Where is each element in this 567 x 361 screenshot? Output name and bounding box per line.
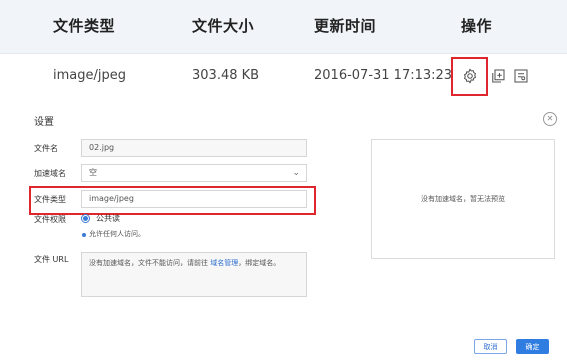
header-file-type: 文件类型 <box>53 17 116 35</box>
preview-icon <box>514 69 528 83</box>
filetype-field[interactable]: image/jpeg <box>81 190 307 208</box>
cancel-button[interactable]: 取消 <box>474 339 507 354</box>
gear-icon <box>464 68 476 84</box>
permission-radio[interactable] <box>81 214 90 223</box>
url-label: 文件 URL <box>34 255 69 264</box>
preview-button[interactable] <box>510 65 532 87</box>
domain-select[interactable]: 空 ⌄ <box>81 164 307 182</box>
info-dot-icon <box>82 233 86 237</box>
preview-area: 没有加速域名，暂无法预览 <box>371 139 555 259</box>
settings-gear-button[interactable] <box>459 65 481 87</box>
settings-title: 设置 <box>34 117 54 128</box>
close-button[interactable]: ✕ <box>543 112 557 126</box>
cell-file-size: 303.48 KB <box>192 68 260 83</box>
url-field[interactable]: 没有加速域名，文件不能访问，请前往 域名管理，绑定域名。 <box>81 252 307 297</box>
filename-label: 文件名 <box>34 144 58 153</box>
preview-message: 没有加速域名，暂无法预览 <box>421 195 505 203</box>
url-text-before: 没有加速域名，文件不能访问，请前往 <box>89 259 211 267</box>
close-icon: ✕ <box>546 114 554 123</box>
copy-icon <box>492 69 505 83</box>
filename-field[interactable]: 02.jpg <box>81 139 307 157</box>
header-updated-time: 更新时间 <box>314 17 377 35</box>
filetype-label: 文件类型 <box>34 195 66 204</box>
ok-button[interactable]: 确定 <box>516 339 549 354</box>
cell-file-type: image/jpeg <box>53 68 126 83</box>
header-file-size: 文件大小 <box>192 17 255 35</box>
radio-selected-dot <box>83 216 88 221</box>
domain-management-link[interactable]: 域名管理 <box>210 259 238 267</box>
permission-label: 文件权限 <box>34 215 66 224</box>
copy-button[interactable] <box>487 65 509 87</box>
permission-option-label: 公共读 <box>96 214 120 223</box>
chevron-down-icon: ⌄ <box>292 168 300 178</box>
domain-select-value: 空 <box>89 168 97 177</box>
header-actions: 操作 <box>461 17 493 35</box>
cell-updated-time: 2016-07-31 17:13:23 <box>314 68 453 83</box>
permission-hint: 允许任何人访问。 <box>89 230 145 238</box>
url-text-after: ，绑定域名。 <box>238 259 281 267</box>
domain-label: 加速域名 <box>34 169 66 178</box>
